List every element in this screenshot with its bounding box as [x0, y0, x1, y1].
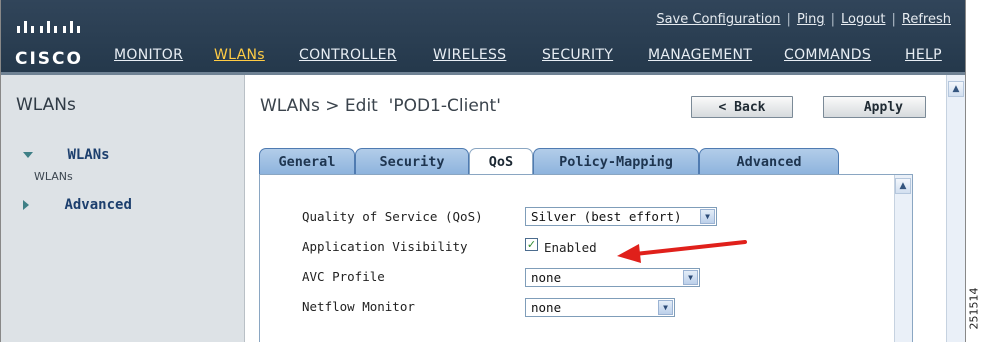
ping-link[interactable]: Ping	[797, 12, 825, 27]
main-content: WLANs > Edit 'POD1-Client' < Back Apply …	[245, 75, 945, 342]
sidebar-item-advanced[interactable]: Advanced	[23, 197, 132, 213]
main-nav: MONITOR WLANs CONTROLLER WIRELESS SECURI…	[114, 47, 965, 69]
tab-security[interactable]: Security	[355, 148, 469, 174]
nav-management[interactable]: MANAGEMENT	[648, 47, 752, 63]
app-visibility-checkbox[interactable]: ✓	[525, 238, 538, 251]
tab-qos[interactable]: QoS	[469, 148, 533, 175]
app-visibility-row: Application Visibility ✓ Enabled	[260, 238, 912, 259]
figure-id-text: 251514	[967, 287, 981, 330]
expand-right-icon[interactable]	[23, 200, 29, 210]
tab-advanced[interactable]: Advanced	[699, 148, 839, 174]
sidebar-item-label[interactable]: WLANs	[67, 147, 109, 163]
chevron-down-icon[interactable]: ▼	[700, 209, 715, 224]
expand-down-icon[interactable]	[23, 152, 33, 158]
save-configuration-link[interactable]: Save Configuration	[656, 12, 780, 27]
nav-monitor[interactable]: MONITOR	[114, 47, 183, 63]
figure-id: 251514	[966, 280, 981, 340]
chevron-up-icon[interactable]: ▲	[895, 178, 911, 194]
app-visibility-enabled-label: Enabled	[544, 240, 597, 255]
avc-profile-value: none	[531, 270, 562, 285]
utility-links: Save Configuration | Ping | Logout | Refresh	[656, 12, 951, 27]
sidebar: WLANs WLANs WLANs Advanced	[1, 75, 245, 342]
header-bar: CISCO Save Configuration | Ping | Logout | Ref…	[1, 0, 965, 75]
qos-panel: Quality of Service (QoS) Silver (best ef…	[259, 174, 913, 342]
logout-link[interactable]: Logout	[841, 12, 886, 27]
chevron-up-icon[interactable]: ▲	[948, 81, 964, 97]
tab-policy-mapping[interactable]: Policy-Mapping	[533, 148, 699, 174]
refresh-link[interactable]: Refresh	[902, 12, 951, 27]
page-scrollbar[interactable]: ▲	[946, 75, 965, 342]
back-button[interactable]: < Back	[691, 96, 793, 118]
sidebar-subitem-wlans[interactable]: WLANs	[34, 170, 73, 183]
sidebar-item-label[interactable]: Advanced	[64, 197, 131, 213]
qos-select-value: Silver (best effort)	[531, 209, 682, 224]
qos-label: Quality of Service (QoS)	[302, 209, 483, 224]
avc-profile-select[interactable]: none ▼	[525, 268, 700, 287]
cisco-logo-text: CISCO	[15, 49, 83, 69]
nav-wlans[interactable]: WLANs	[214, 47, 265, 63]
nav-security[interactable]: SECURITY	[542, 47, 613, 63]
nav-help[interactable]: HELP	[905, 47, 942, 63]
chevron-down-icon[interactable]: ▼	[658, 300, 673, 315]
tab-general[interactable]: General	[259, 148, 355, 174]
netflow-monitor-value: none	[531, 300, 562, 315]
nav-commands[interactable]: COMMANDS	[784, 47, 871, 63]
qos-select[interactable]: Silver (best effort) ▼	[525, 207, 717, 226]
avc-profile-label: AVC Profile	[302, 269, 385, 284]
chevron-down-icon[interactable]: ▼	[683, 270, 698, 285]
page-title: WLANs > Edit 'POD1-Client'	[260, 96, 501, 116]
netflow-monitor-select[interactable]: none ▼	[525, 298, 675, 317]
browser-frame: CISCO Save Configuration | Ping | Logout | Ref…	[0, 0, 966, 342]
nav-wireless[interactable]: WIRELESS	[433, 47, 506, 63]
red-arrow-annotation	[617, 240, 747, 263]
cisco-logo-bars-icon	[17, 21, 80, 33]
sidebar-title: WLANs	[16, 95, 76, 115]
checkmark-icon: ✓	[526, 238, 537, 251]
sidebar-item-wlans[interactable]: WLANs	[23, 147, 110, 163]
app-visibility-label: Application Visibility	[302, 239, 468, 254]
nav-controller[interactable]: CONTROLLER	[299, 47, 397, 63]
apply-button[interactable]: Apply	[823, 96, 926, 118]
netflow-monitor-label: Netflow Monitor	[302, 299, 415, 314]
panel-scrollbar[interactable]: ▲	[894, 175, 912, 342]
